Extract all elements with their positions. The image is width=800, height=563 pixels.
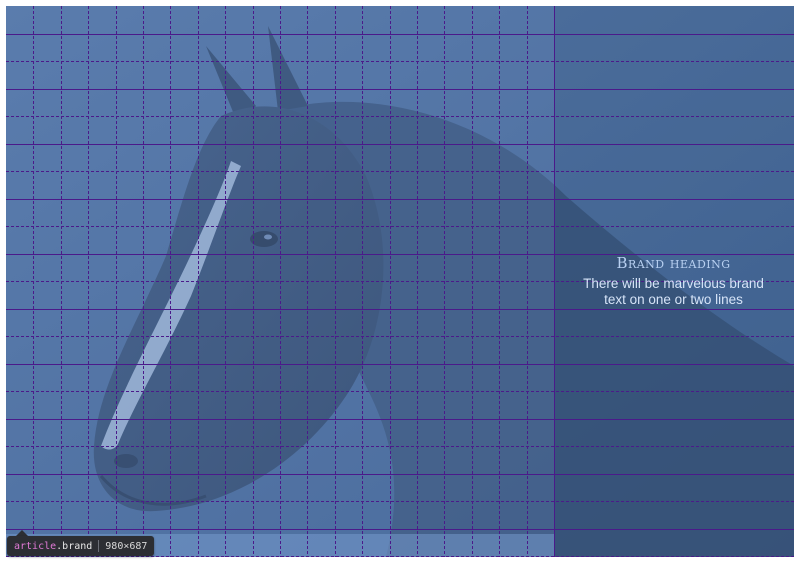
devtools-viewport: Brand heading There will be marvelous br… bbox=[0, 0, 800, 563]
brand-body-line-2: text on one or two lines bbox=[604, 292, 743, 307]
brand-body: There will be marvelous brand text on on… bbox=[561, 276, 786, 308]
brand-text-block: Brand heading There will be marvelous br… bbox=[561, 254, 786, 308]
brand-heading: Brand heading bbox=[616, 254, 731, 272]
element-inspector-tooltip: article .brand 980×687 bbox=[7, 536, 155, 556]
tooltip-separator bbox=[98, 540, 100, 552]
brand-body-line-1: There will be marvelous brand bbox=[583, 276, 764, 291]
tooltip-class: .brand bbox=[56, 540, 93, 552]
article-brand[interactable]: Brand heading There will be marvelous br… bbox=[6, 6, 794, 557]
tooltip-tag: article bbox=[14, 540, 57, 552]
tooltip-dimensions: 980×687 bbox=[105, 540, 148, 552]
